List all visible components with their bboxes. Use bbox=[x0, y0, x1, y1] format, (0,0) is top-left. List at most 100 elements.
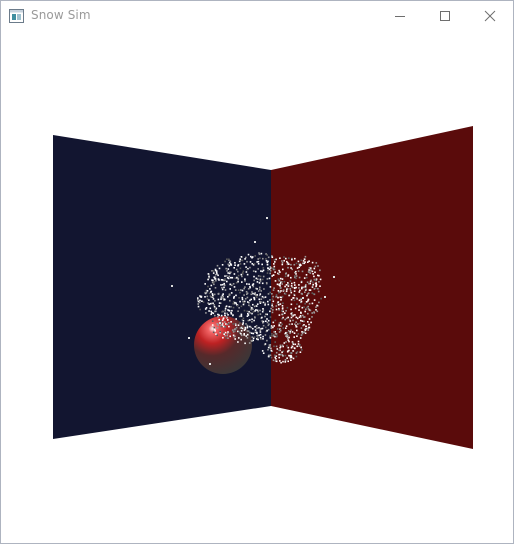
snow-particle bbox=[296, 345, 298, 348]
snow-particle bbox=[302, 297, 304, 299]
snow-particle bbox=[221, 288, 224, 291]
snow-particle bbox=[298, 264, 301, 266]
simulation-viewport[interactable] bbox=[1, 32, 513, 543]
snow-particle bbox=[280, 281, 283, 283]
title-bar[interactable]: Snow Sim bbox=[1, 1, 513, 32]
snow-particle bbox=[270, 349, 273, 352]
snow-particle bbox=[246, 293, 248, 295]
snow-particle bbox=[300, 300, 303, 303]
snow-particle bbox=[279, 321, 282, 324]
snow-particle bbox=[288, 349, 290, 352]
snow-particle bbox=[252, 308, 254, 311]
snow-particle bbox=[260, 290, 262, 292]
snow-particle bbox=[222, 293, 224, 295]
scene-canvas[interactable] bbox=[1, 32, 513, 543]
close-button[interactable] bbox=[467, 1, 513, 31]
snow-particle bbox=[214, 330, 216, 332]
snow-particle bbox=[270, 326, 273, 329]
snow-particle bbox=[224, 298, 226, 301]
snow-particle bbox=[281, 323, 283, 326]
snow-particle bbox=[313, 311, 315, 313]
snow-particle bbox=[286, 331, 289, 334]
snow-particle bbox=[216, 327, 219, 329]
snow-particle bbox=[284, 312, 286, 314]
snow-particle bbox=[298, 309, 300, 311]
snow-particle bbox=[300, 346, 302, 349]
snow-particle bbox=[242, 270, 245, 273]
snow-particle bbox=[252, 311, 255, 313]
snow-particle bbox=[270, 325, 273, 327]
snow-particle bbox=[292, 297, 294, 299]
minimize-icon bbox=[395, 16, 405, 17]
snow-particle bbox=[279, 346, 281, 349]
snow-particle bbox=[248, 304, 250, 307]
snow-particle bbox=[235, 281, 238, 284]
snow-particle bbox=[319, 278, 322, 281]
snow-particle bbox=[262, 257, 264, 260]
snow-particle bbox=[247, 330, 250, 332]
snow-particle bbox=[243, 294, 245, 296]
snow-particle bbox=[216, 334, 218, 337]
snow-particle bbox=[220, 296, 223, 298]
snow-particle bbox=[277, 301, 279, 304]
snow-particle bbox=[240, 330, 243, 332]
snow-particle bbox=[254, 255, 256, 257]
snow-particle bbox=[282, 355, 284, 357]
snow-particle bbox=[286, 288, 288, 291]
snow-particle bbox=[228, 310, 231, 312]
snow-particle bbox=[268, 354, 270, 357]
minimize-button[interactable] bbox=[377, 1, 423, 31]
snow-particle bbox=[279, 277, 282, 280]
snow-particle bbox=[241, 298, 244, 301]
snow-particle bbox=[257, 258, 259, 260]
snow-particle bbox=[267, 346, 270, 349]
snow-particle bbox=[235, 326, 238, 329]
snow-particle bbox=[230, 292, 233, 294]
snow-particle bbox=[294, 307, 297, 310]
snow-particle bbox=[305, 325, 307, 328]
snow-particle bbox=[247, 288, 250, 290]
snow-particle bbox=[237, 280, 239, 283]
snow-particle bbox=[227, 331, 229, 333]
snow-particle bbox=[259, 286, 261, 289]
snow-particle bbox=[297, 340, 300, 343]
snow-particle bbox=[295, 316, 298, 319]
snow-particle bbox=[226, 277, 229, 279]
snow-particle bbox=[299, 315, 302, 317]
snow-particle bbox=[220, 279, 223, 281]
snow-particle bbox=[293, 336, 295, 338]
snow-particle bbox=[282, 302, 284, 304]
snow-particle bbox=[228, 325, 230, 328]
snow-particle bbox=[243, 329, 246, 331]
snow-particle bbox=[264, 343, 267, 345]
snow-particle bbox=[307, 329, 310, 331]
snow-particle bbox=[209, 302, 212, 305]
snow-particle bbox=[240, 273, 243, 276]
maximize-button[interactable] bbox=[422, 1, 468, 31]
snow-particle bbox=[227, 296, 229, 298]
snow-particle bbox=[296, 335, 298, 337]
snow-particle bbox=[289, 280, 292, 282]
snow-particle bbox=[205, 312, 207, 314]
snow-particle bbox=[273, 345, 275, 348]
snow-particle bbox=[277, 290, 280, 292]
snow-particle bbox=[224, 314, 226, 317]
snow-particle bbox=[255, 277, 258, 280]
snow-particle bbox=[197, 297, 199, 299]
snow-particle bbox=[333, 276, 335, 278]
snow-particle bbox=[281, 263, 284, 266]
snow-particle bbox=[228, 293, 231, 295]
snow-particle bbox=[259, 331, 262, 333]
snow-particle bbox=[240, 313, 243, 316]
snow-particle bbox=[272, 306, 274, 308]
snow-particle bbox=[267, 293, 270, 295]
snow-particle bbox=[224, 334, 226, 337]
snow-particle bbox=[214, 273, 217, 276]
snow-particle bbox=[252, 332, 255, 335]
snow-particle bbox=[266, 272, 269, 274]
snow-particle bbox=[240, 334, 243, 337]
snow-particle bbox=[287, 316, 289, 319]
snow-particle bbox=[311, 261, 314, 264]
snow-particle bbox=[298, 287, 300, 289]
snow-particle bbox=[228, 305, 230, 308]
